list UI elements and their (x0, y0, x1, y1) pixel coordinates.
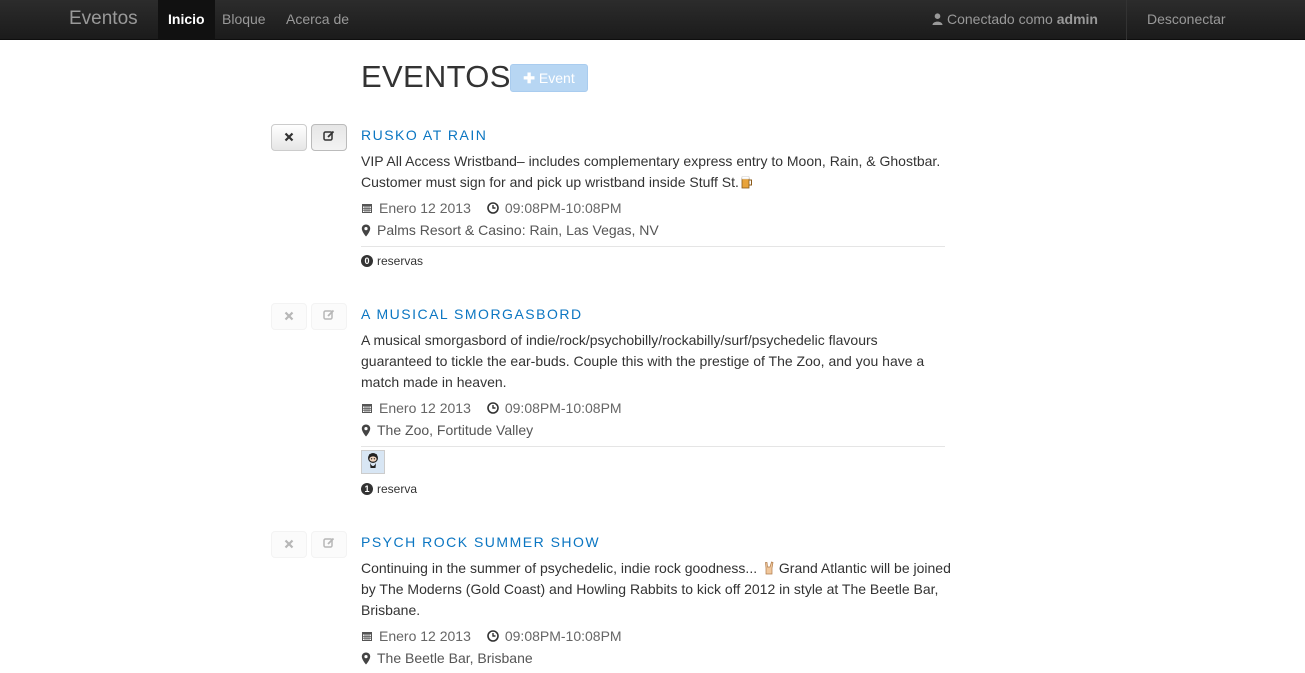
event-date: Enero 12 2013 (379, 628, 471, 644)
reservation-count-badge: 0 (361, 255, 373, 267)
attendee-avatar[interactable] (361, 450, 385, 474)
close-icon (284, 308, 294, 326)
reservation-label: reserva (377, 482, 418, 496)
add-event-label: Event (538, 70, 575, 86)
event-description-text: VIP All Access Wristband– includes compl… (361, 153, 941, 190)
page-title: EVENTOS (361, 59, 511, 94)
event-description: Continuing in the summer of psychedelic,… (361, 558, 951, 621)
event-location-text: The Beetle Bar, Brisbane (377, 650, 533, 666)
rock-hand-icon (763, 560, 775, 575)
map-marker-icon (361, 652, 371, 665)
clock-icon (487, 402, 499, 414)
delete-event-button[interactable] (271, 124, 307, 151)
event-datetime: Enero 12 2013 09:08PM-10:08PM (361, 628, 622, 644)
event-location-text: The Zoo, Fortitude Valley (377, 422, 534, 438)
plus-icon: ✚ (523, 70, 536, 86)
reservation-label: reservas (377, 254, 424, 268)
event-location: Palms Resort & Casino: Rain, Las Vegas, … (361, 222, 659, 238)
event-divider (361, 246, 945, 247)
map-marker-icon (361, 424, 371, 437)
event-title-link[interactable]: A Musical Smorgasbord (361, 306, 583, 322)
event-title-link[interactable]: Rusko at Rain (361, 127, 487, 143)
reservation-count: 0 reservas (361, 254, 423, 268)
nav-link-acerca-de[interactable]: Acerca de (276, 0, 359, 40)
event-location: The Beetle Bar, Brisbane (361, 650, 533, 666)
clock-icon (487, 630, 499, 642)
event-location: The Zoo, Fortitude Valley (361, 422, 533, 438)
beer-mug-icon (741, 174, 753, 189)
user-prefix-text: Conectado como (947, 11, 1053, 27)
edit-event-button[interactable] (311, 531, 347, 558)
event-title-link[interactable]: Psych Rock Summer Show (361, 534, 600, 550)
event-date: Enero 12 2013 (379, 400, 471, 416)
delete-event-button[interactable] (271, 531, 307, 558)
clock-icon (487, 202, 499, 214)
brand-logo[interactable]: Eventos (69, 8, 138, 30)
event-time: 09:08PM-10:08PM (504, 400, 622, 416)
event-time: 09:08PM-10:08PM (504, 628, 622, 644)
calendar-icon (361, 630, 373, 642)
add-event-button[interactable]: ✚ Event (510, 64, 588, 92)
user-icon (932, 1, 943, 39)
edit-icon (323, 536, 335, 554)
reservation-count: 1 reserva (361, 482, 417, 496)
delete-event-button[interactable] (271, 303, 307, 330)
edit-event-button[interactable] (311, 303, 347, 330)
nav-link-inicio[interactable]: Inicio (158, 0, 215, 40)
edit-event-button[interactable] (311, 124, 347, 151)
event-time: 09:08PM-10:08PM (504, 200, 622, 216)
logout-link[interactable]: Desconectar (1137, 0, 1236, 40)
username-text: admin (1056, 11, 1098, 27)
nav-link-bloque[interactable]: Bloque (212, 0, 276, 40)
event-description-text-start: Continuing in the summer of psychedelic,… (361, 560, 758, 576)
event-datetime: Enero 12 2013 09:08PM-10:08PM (361, 200, 622, 216)
edit-icon (323, 308, 335, 326)
event-datetime: Enero 12 2013 09:08PM-10:08PM (361, 400, 622, 416)
logged-in-user[interactable]: Conectado como admin (922, 0, 1108, 40)
map-marker-icon (361, 224, 371, 237)
nav-divider (1126, 0, 1127, 40)
close-icon (284, 129, 294, 147)
event-location-text: Palms Resort & Casino: Rain, Las Vegas, … (377, 222, 659, 238)
event-description: A musical smorgasbord of indie/rock/psyc… (361, 332, 925, 390)
calendar-icon (361, 202, 373, 214)
event-divider (361, 446, 945, 447)
octocat-avatar-icon (364, 451, 382, 474)
reservation-count-badge: 1 (361, 483, 373, 495)
edit-icon (323, 129, 335, 147)
event-date: Enero 12 2013 (379, 200, 471, 216)
calendar-icon (361, 402, 373, 414)
event-description: VIP All Access Wristband– includes compl… (361, 151, 951, 193)
close-icon (284, 536, 294, 554)
top-navbar: Eventos Inicio Bloque Acerca de Conectad… (0, 0, 1305, 40)
